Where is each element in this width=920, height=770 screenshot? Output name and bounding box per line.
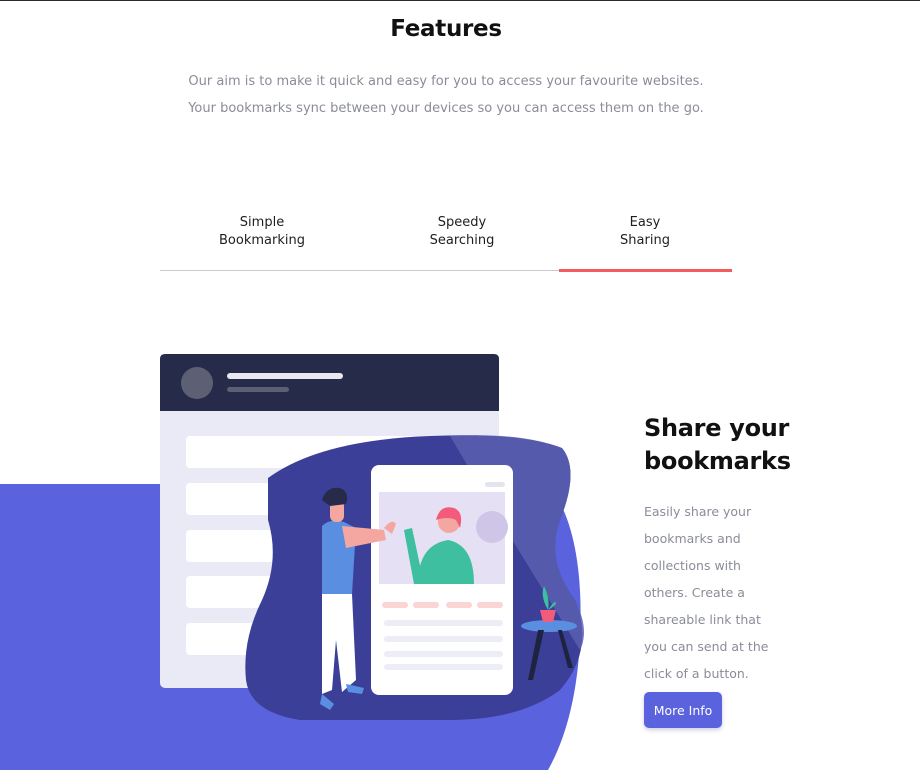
top-border <box>0 0 920 1</box>
tab-label-line2: Bookmarking <box>219 233 305 248</box>
tab-label-line1: Easy <box>629 215 661 230</box>
tab-speedy-searching[interactable]: Speedy Searching <box>402 214 522 250</box>
tab-label-line1: Speedy <box>437 215 487 230</box>
phone-mockup <box>371 465 513 695</box>
section-title: Features <box>390 16 502 42</box>
sharing-illustration <box>0 354 584 770</box>
active-tab-indicator <box>559 269 732 272</box>
tab-simple-bookmarking[interactable]: Simple Bookmarking <box>202 214 322 250</box>
tab-label-line2: Searching <box>429 233 495 248</box>
section-subtitle-line1: Our aim is to make it quick and easy for… <box>188 74 704 89</box>
tab-easy-sharing[interactable]: Easy Sharing <box>585 214 705 250</box>
more-info-button[interactable]: More Info <box>644 692 722 728</box>
panel-heading: Share your bookmarks <box>644 412 864 478</box>
tab-label-line1: Simple <box>239 215 285 230</box>
panel-description: Easily share your bookmarks and collecti… <box>644 504 769 681</box>
avatar-placeholder <box>181 367 213 399</box>
panel-heading-line1: Share your <box>644 414 790 442</box>
section-subtitle-line2: Your bookmarks sync between your devices… <box>188 101 704 116</box>
tab-label-line2: Sharing <box>620 233 670 248</box>
panel-heading-line2: bookmarks <box>644 447 791 475</box>
